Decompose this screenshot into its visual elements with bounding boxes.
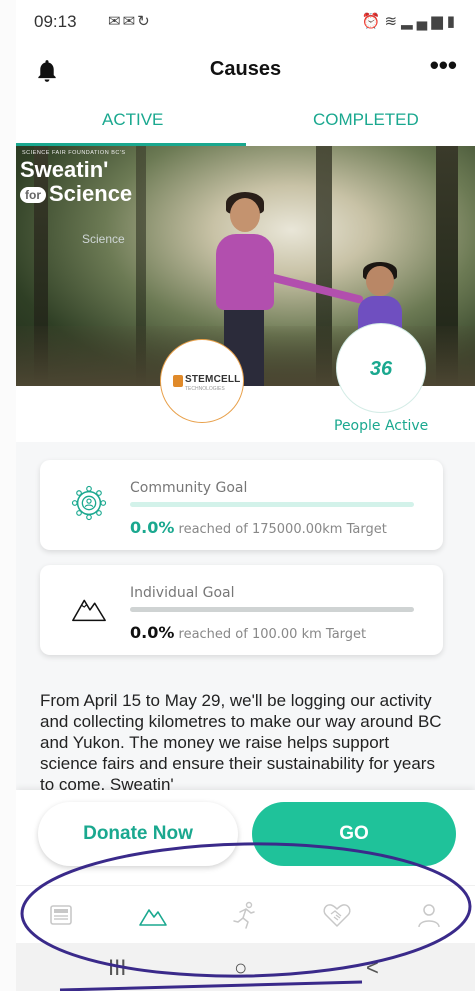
page-title: Causes bbox=[209, 58, 282, 80]
individual-goal-progress-bar bbox=[130, 607, 414, 612]
notification-icons: ✉✉↻ bbox=[108, 12, 152, 30]
community-goal-summary: 0.0% reached of 175000.00km Target bbox=[130, 518, 387, 537]
alarm-icon: ⏰ bbox=[361, 13, 385, 30]
cause-description: From April 15 to May 29, we'll be loggin… bbox=[40, 691, 442, 790]
signal-icon: ▂▄▆ bbox=[401, 13, 447, 30]
mail-icon: ✉ bbox=[122, 13, 138, 30]
brand-line-1: Sweatin' bbox=[20, 157, 109, 182]
mail-icon: ✉ bbox=[108, 13, 123, 30]
community-goal-progress-bar bbox=[130, 502, 414, 507]
go-button[interactable]: GO bbox=[252, 802, 456, 866]
community-goal-detail: reached of 175000.00km Target bbox=[178, 522, 387, 537]
action-bar: Donate Now GO bbox=[16, 790, 475, 885]
tab-bar: ACTIVE COMPLETED bbox=[16, 100, 475, 147]
adult-figure bbox=[216, 234, 274, 310]
left-edge-shadow bbox=[0, 0, 17, 991]
community-goal-card[interactable]: Community Goal 0.0% reached of 175000.00… bbox=[40, 460, 443, 550]
wifi-icon: ≋ bbox=[384, 13, 402, 30]
tab-active[interactable]: ACTIVE bbox=[102, 110, 163, 130]
tab-completed[interactable]: COMPLETED bbox=[313, 110, 419, 130]
sponsor-subtitle: TECHNOLOGIES bbox=[185, 386, 225, 392]
heart-handshake-icon[interactable] bbox=[322, 900, 352, 930]
community-icon bbox=[71, 485, 107, 521]
runner-icon[interactable] bbox=[230, 900, 260, 930]
brand-for-badge: for bbox=[20, 187, 46, 204]
profile-icon[interactable] bbox=[414, 900, 444, 930]
sponsor-logo[interactable]: STEMCELL TECHNOLOGIES bbox=[160, 339, 244, 423]
system-status-icons: ⏰≋▂▄▆▮ bbox=[362, 12, 459, 30]
people-active-counter: 36 bbox=[336, 323, 426, 413]
community-goal-percent: 0.0% bbox=[130, 518, 175, 537]
stemcell-mark-icon bbox=[173, 375, 183, 387]
battery-icon: ▮ bbox=[446, 13, 459, 30]
brand-tagline: SCIENCE FAIR FOUNDATION BC'S bbox=[22, 150, 126, 156]
donate-now-button[interactable]: Donate Now bbox=[38, 802, 238, 866]
app-bar: Causes ••• bbox=[16, 48, 475, 92]
individual-goal-card[interactable]: Individual Goal 0.0% reached of 100.00 k… bbox=[40, 565, 443, 655]
sync-icon: ↻ bbox=[137, 13, 152, 30]
mountain-icon bbox=[72, 599, 106, 622]
individual-goal-detail: reached of 100.00 km Target bbox=[178, 627, 367, 642]
people-active-count: 36 bbox=[369, 358, 393, 380]
child-figure-head bbox=[366, 266, 394, 296]
system-navigation-bar: III ○ < bbox=[16, 943, 475, 991]
individual-goal-percent: 0.0% bbox=[130, 623, 175, 642]
more-options-icon[interactable]: ••• bbox=[430, 50, 457, 81]
holding-hands-arm bbox=[265, 272, 364, 305]
phone-screen: 09:13 ✉✉↻ ⏰≋▂▄▆▮ Causes ••• ACTIVE COMPL… bbox=[16, 0, 475, 991]
adult-figure-head bbox=[230, 198, 260, 232]
home-button[interactable]: ○ bbox=[234, 955, 247, 981]
faint-brand-text: Science bbox=[82, 232, 125, 246]
community-goal-title: Community Goal bbox=[130, 480, 248, 496]
sponsor-name: STEMCELL bbox=[185, 374, 241, 385]
recents-button[interactable]: III bbox=[108, 955, 126, 981]
brand-line-2: Science bbox=[49, 181, 133, 206]
brand-logo: Sweatin' for Science bbox=[20, 158, 132, 206]
newsfeed-icon[interactable] bbox=[46, 900, 76, 930]
status-bar: 09:13 ✉✉↻ ⏰≋▂▄▆▮ bbox=[16, 0, 475, 44]
status-time: 09:13 bbox=[34, 12, 77, 31]
individual-goal-title: Individual Goal bbox=[130, 585, 235, 601]
bottom-navigation bbox=[16, 885, 475, 944]
mountain-icon[interactable] bbox=[138, 900, 168, 930]
individual-goal-summary: 0.0% reached of 100.00 km Target bbox=[130, 623, 366, 642]
back-button[interactable]: < bbox=[366, 955, 379, 981]
people-active-label: People Active bbox=[334, 418, 429, 434]
